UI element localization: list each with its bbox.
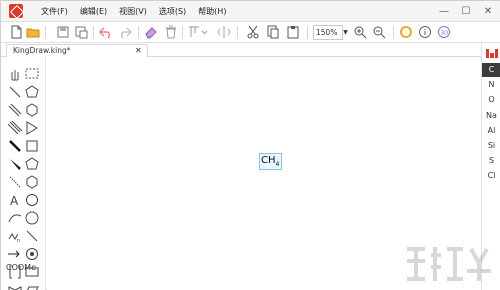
eraser-icon[interactable] [144,25,158,39]
drawing-tools-panel: A n [1,57,46,290]
toolbar-separator [237,26,238,39]
zoom-level-field[interactable]: 150% [313,25,343,40]
toolbar-separator [393,26,394,39]
element-cl[interactable]: Cl [482,169,500,183]
delete-icon[interactable] [164,25,178,39]
info-icon[interactable] [418,25,432,39]
cut-icon[interactable] [246,25,260,39]
tab-document[interactable]: KingDraw.king* ✕ [6,44,148,57]
periodic-table-icon[interactable] [485,47,499,59]
hash-bond-icon[interactable] [7,174,23,190]
menu-edit[interactable]: 编辑(E) [74,1,113,22]
double-bond-icon[interactable] [7,102,23,118]
marquee-select-icon[interactable] [24,66,40,82]
orbital-icon[interactable] [7,282,23,290]
svg-text:A: A [10,194,19,208]
zoom-out-icon[interactable] [372,25,386,39]
menu-help[interactable]: 帮助(H) [192,1,232,22]
maximize-button[interactable]: ☐ [455,1,477,22]
circle-icon[interactable] [24,192,40,208]
tab-label: KingDraw.king* [13,46,71,55]
element-na[interactable]: Na [482,109,500,123]
new-icon[interactable] [9,25,23,39]
svg-text:3D: 3D [441,30,449,36]
toolbar-separator [45,26,46,39]
hand-icon[interactable] [7,66,23,82]
target-icon[interactable] [24,246,40,262]
paste-icon[interactable] [286,25,300,39]
menu-options[interactable]: 选项(S) [153,1,192,22]
molecule-subscript: 4 [275,161,280,168]
toolbar-separator [138,26,139,39]
3d-icon[interactable]: 3D [437,25,451,39]
ring-icon[interactable] [399,25,413,39]
pentagon-icon[interactable] [24,84,40,100]
arrow-icon[interactable] [7,246,23,262]
hexagon-outline-icon[interactable] [24,102,40,118]
molecule-label: CH4 [261,154,279,171]
copy-icon[interactable] [266,25,280,39]
element-al[interactable]: Al [482,124,500,138]
flip-icon[interactable] [217,25,231,39]
zoom-in-icon[interactable] [353,25,367,39]
document-tab-bar: KingDraw.king* ✕ [1,43,481,57]
menu-view[interactable]: 视图(V) [113,1,153,22]
line-icon[interactable] [24,228,40,244]
element-c[interactable]: C [482,63,500,77]
menu-bar: 文件(F) 编辑(E) 视图(V) 选项(S) 帮助(H) [35,1,232,22]
toolbar: 150% ▼ 3D [1,22,500,43]
close-icon[interactable]: ✕ [135,45,142,57]
element-o[interactable]: O [482,93,500,107]
save-icon[interactable] [56,25,70,39]
align-icon[interactable] [187,25,201,39]
title-bar: 文件(F) 编辑(E) 视图(V) 选项(S) 帮助(H) — ☐ ✕ [1,1,500,22]
site-watermark-logo [407,247,491,281]
close-window-button[interactable]: ✕ [477,1,499,22]
curve-icon[interactable] [7,210,23,226]
square-icon[interactable] [24,138,40,154]
svg-text:n: n [17,238,20,244]
circle-outline-icon[interactable] [24,210,40,226]
single-bond-icon[interactable] [7,84,23,100]
element-si[interactable]: Si [482,139,500,153]
open-icon[interactable] [26,25,40,39]
pentagon-ring-icon[interactable] [24,156,40,172]
triple-bond-icon[interactable] [7,120,23,136]
text-icon[interactable]: A [7,192,23,208]
element-n[interactable]: N [482,78,500,92]
chevron-down-icon[interactable] [200,25,209,39]
element-s[interactable]: S [482,154,500,168]
triangle-icon[interactable] [24,120,40,136]
menu-file[interactable]: 文件(F) [35,1,74,22]
zoom-dropdown-arrow[interactable]: ▼ [341,25,350,40]
bold-bond-icon[interactable] [7,138,23,154]
save-as-icon[interactable] [74,25,88,39]
app-window: 文件(F) 编辑(E) 视图(V) 选项(S) 帮助(H) — ☐ ✕ 150%… [0,0,500,290]
parallelogram-icon[interactable] [24,282,40,290]
wedge-bond-icon[interactable] [7,156,23,172]
app-logo-icon [9,4,23,18]
hexagon-ring-icon[interactable] [24,174,40,190]
chain-icon[interactable]: n [7,228,23,244]
toolbar-separator [307,26,308,39]
undo-icon[interactable] [99,25,113,39]
toolbar-separator [93,26,94,39]
molecule-main-text: CH [261,155,276,166]
toolbar-separator [182,26,183,39]
minimize-button[interactable]: — [433,1,455,22]
template-coome-button[interactable]: COOMe [6,263,36,272]
redo-icon[interactable] [118,25,132,39]
